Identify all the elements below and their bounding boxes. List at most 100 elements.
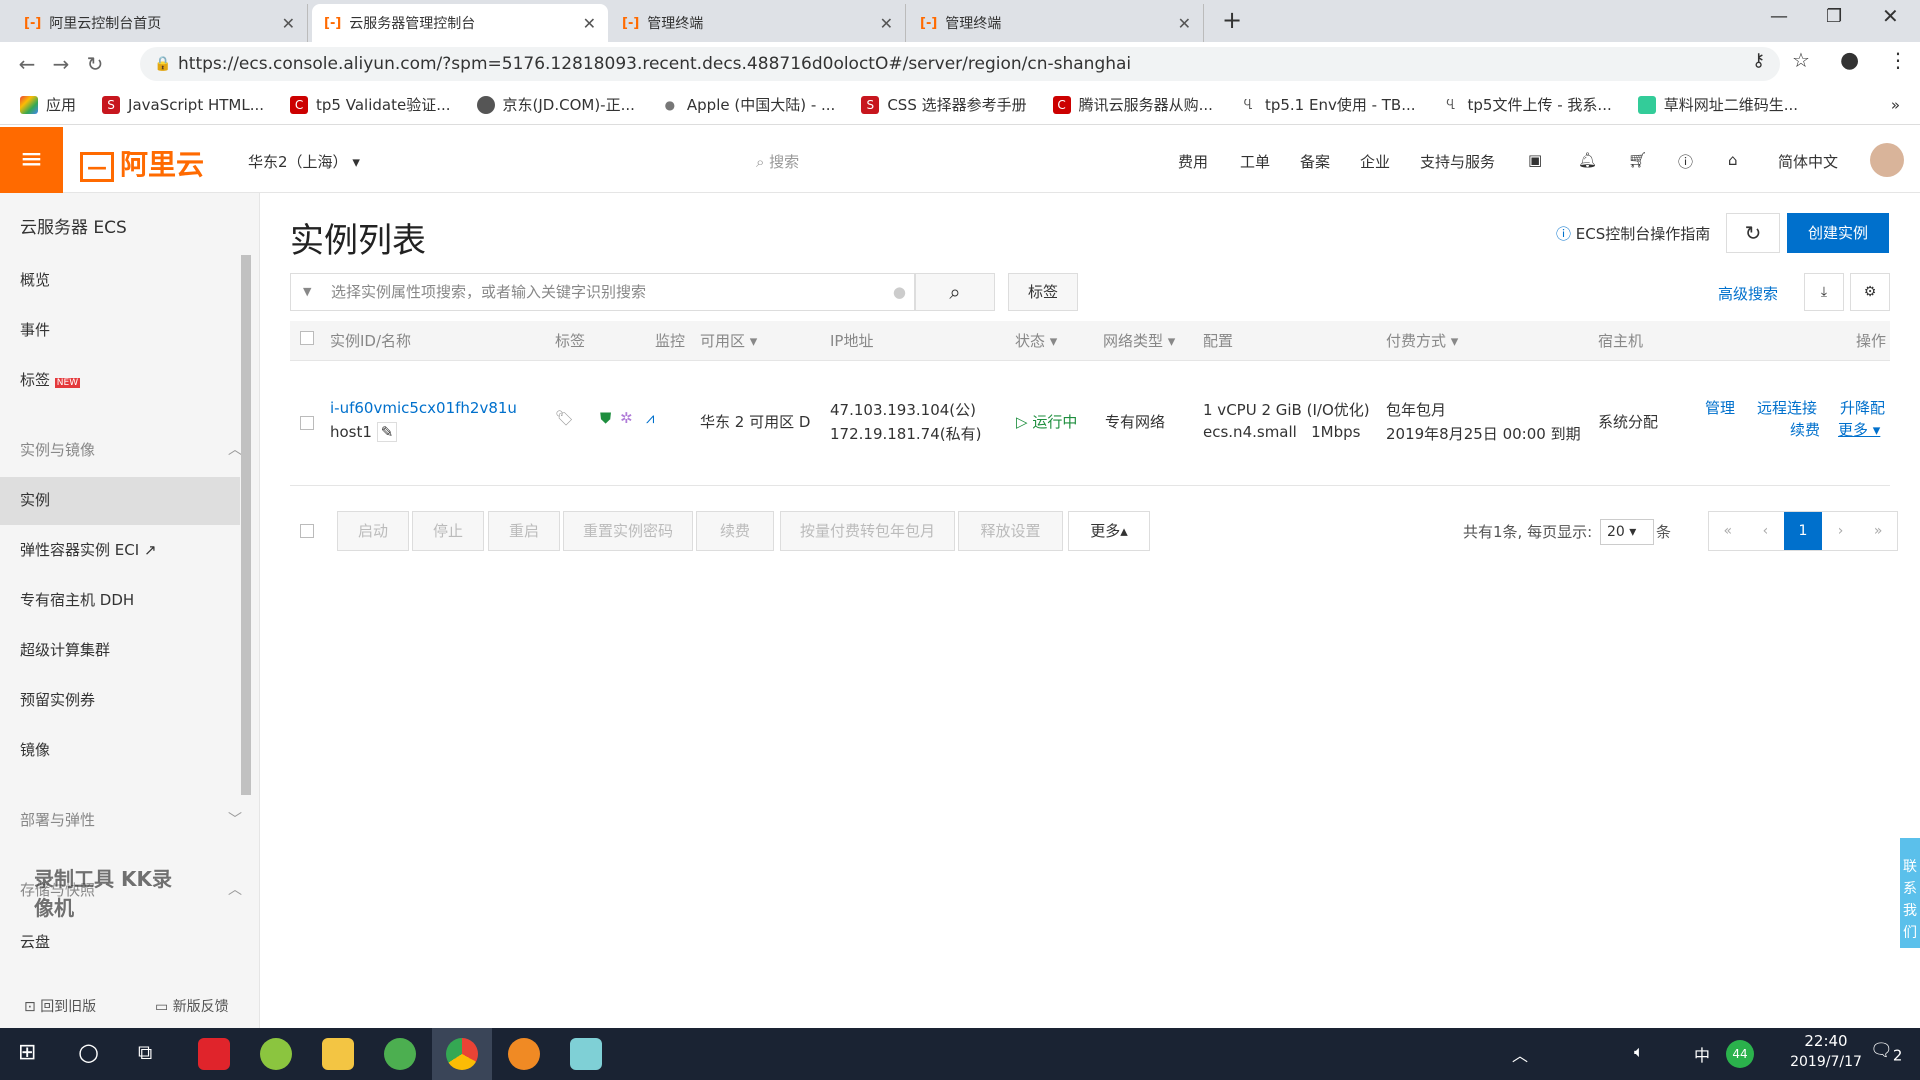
sidebar-group-deploy[interactable]: 部署与弹性: [20, 809, 95, 830]
last-page-button[interactable]: »: [1859, 512, 1897, 550]
monitor-chart-icon[interactable]: ⩘: [646, 409, 654, 427]
col-zone[interactable]: 可用区 ▾: [700, 330, 757, 351]
collapse-icon[interactable]: ︿: [228, 439, 242, 459]
tab-ecs-console[interactable]: [-] 云服务器管理控制台 ✕: [312, 4, 608, 42]
renew-button[interactable]: 续费: [696, 511, 774, 551]
tag-icon[interactable]: 🏷︎: [555, 409, 574, 427]
more-actions-dropdown[interactable]: 更多 ▾: [1838, 419, 1880, 440]
restart-button[interactable]: 重启: [488, 511, 560, 551]
instance-id-link[interactable]: i-uf60vmic5cx01fh2v81u: [330, 399, 517, 417]
plugin-icon[interactable]: ✲: [620, 409, 633, 427]
menu-dots-icon[interactable]: ⋮: [1888, 48, 1908, 72]
page-size-select[interactable]: 20 ▾: [1600, 519, 1654, 545]
ime-indicator[interactable]: 中: [1694, 1042, 1710, 1066]
close-tab-icon[interactable]: ✕: [880, 14, 893, 33]
maximize-button[interactable]: ❐: [1826, 6, 1842, 27]
close-window-button[interactable]: ✕: [1882, 4, 1899, 28]
contact-us-tab[interactable]: 联系我们: [1900, 838, 1920, 948]
guide-link[interactable]: ⓘ ECS控制台操作指南: [1556, 223, 1710, 244]
page-1-button[interactable]: 1: [1784, 512, 1822, 550]
tab-terminal-1[interactable]: [-] 管理终端 ✕: [610, 4, 906, 42]
reset-password-button[interactable]: 重置实例密码: [563, 511, 693, 551]
renew-link[interactable]: 续费: [1790, 419, 1820, 440]
nav-icp[interactable]: 备案: [1300, 151, 1330, 172]
browser-icon[interactable]: [384, 1038, 416, 1070]
instance-search-input[interactable]: ▼ 选择实例属性项搜索，或者输入关键字识别搜索 ●: [290, 273, 915, 311]
volume-icon[interactable]: 🔈︎: [1634, 1042, 1644, 1062]
minimize-button[interactable]: —: [1770, 6, 1788, 27]
notepad-icon[interactable]: [570, 1038, 602, 1070]
settings-gear-icon[interactable]: ⚙: [1850, 273, 1890, 311]
header-search[interactable]: ⌕ 搜索: [756, 151, 799, 172]
prev-page-button[interactable]: ‹: [1747, 512, 1785, 550]
task-view-icon[interactable]: ⧉: [138, 1040, 152, 1064]
bookmark[interactable]: 京东(JD.COM)-正...: [476, 94, 635, 115]
col-billing[interactable]: 付费方式 ▾: [1386, 330, 1458, 351]
release-settings-button[interactable]: 释放设置: [958, 511, 1063, 551]
sidebar-item-instances[interactable]: 实例: [20, 489, 50, 510]
tag-filter-button[interactable]: 标签: [1008, 273, 1078, 311]
close-tab-icon[interactable]: ✕: [1178, 14, 1191, 33]
bookmark[interactable]: 草料网址二维码生...: [1637, 94, 1798, 115]
notifications-icon[interactable]: 🗨︎2: [1870, 1040, 1902, 1065]
tab-terminal-2[interactable]: [-] 管理终端 ✕: [908, 4, 1204, 42]
sidebar-group-instances[interactable]: 实例与镜像: [20, 439, 95, 460]
bookmark[interactable]: S JavaScript HTML...: [102, 95, 264, 114]
profile-icon[interactable]: ●: [1840, 48, 1859, 73]
chrome-icon[interactable]: [446, 1038, 478, 1070]
sidebar-item-ri[interactable]: 预留实例券: [20, 689, 95, 710]
nav-tickets[interactable]: 工单: [1240, 151, 1270, 172]
sidebar-item-disks[interactable]: 云盘: [20, 931, 50, 952]
start-button[interactable]: 启动: [337, 511, 409, 551]
sidebar-item-overview[interactable]: 概览: [20, 269, 50, 290]
bell-icon[interactable]: 🔔︎: [1578, 151, 1597, 169]
recorder-icon[interactable]: [508, 1038, 540, 1070]
expand-icon[interactable]: ﹀: [228, 809, 242, 829]
clock-time[interactable]: 22:40: [1786, 1032, 1866, 1050]
region-selector[interactable]: 华东2（上海） ▾: [248, 151, 360, 172]
search-button[interactable]: ⌕: [915, 273, 995, 311]
file-explorer-icon[interactable]: [322, 1038, 354, 1070]
sidebar-scrollbar[interactable]: [241, 255, 251, 795]
home-icon[interactable]: ⌂: [1728, 151, 1738, 169]
hamburger-menu-icon[interactable]: ≡: [0, 127, 63, 193]
nav-enterprise[interactable]: 企业: [1360, 151, 1390, 172]
edit-pencil-icon[interactable]: ✎: [376, 422, 398, 442]
sidebar-item-events[interactable]: 事件: [20, 319, 50, 340]
tray-up-icon[interactable]: ︿: [1512, 1042, 1528, 1066]
star-icon[interactable]: ☆: [1792, 48, 1810, 72]
tray-badge[interactable]: 44: [1726, 1040, 1754, 1068]
bulk-select-checkbox[interactable]: [300, 524, 314, 538]
bookmark[interactable]: Ⴁtp5.1 Env使用 - TB...: [1239, 94, 1416, 115]
convert-billing-button[interactable]: 按量付费转包年包月: [780, 511, 955, 551]
bookmark[interactable]: Ctp5 Validate验证...: [290, 94, 451, 115]
create-instance-button[interactable]: 创建实例: [1787, 213, 1889, 253]
more-bulk-button[interactable]: 更多▴: [1068, 511, 1150, 551]
reload-icon[interactable]: ↻: [78, 52, 112, 76]
bookmark[interactable]: Ⴁtp5文件上传 - 我系...: [1442, 94, 1612, 115]
cart-icon[interactable]: 🛒︎: [1628, 151, 1647, 169]
new-tab-button[interactable]: +: [1222, 6, 1242, 34]
feedback-link[interactable]: ▭ 新版反馈: [155, 996, 229, 1016]
cortana-icon[interactable]: ○: [78, 1038, 99, 1066]
next-page-button[interactable]: ›: [1822, 512, 1860, 550]
first-page-button[interactable]: «: [1709, 512, 1747, 550]
back-to-old-version[interactable]: ⊡ 回到旧版: [24, 996, 96, 1016]
resize-link[interactable]: 升降配: [1840, 397, 1885, 418]
sidebar-item-ddh[interactable]: 专有宿主机 DDH: [20, 589, 134, 610]
sidebar-item-eci[interactable]: 弹性容器实例 ECI ↗: [20, 539, 157, 560]
remote-connect-link[interactable]: 远程连接: [1757, 397, 1817, 418]
help-icon[interactable]: ⓘ: [1678, 151, 1693, 172]
nav-support[interactable]: 支持与服务: [1420, 151, 1495, 172]
netease-music-icon[interactable]: [198, 1038, 230, 1070]
language-switch[interactable]: 简体中文: [1778, 151, 1838, 172]
sidebar-item-scc[interactable]: 超级计算集群: [20, 639, 110, 660]
col-status[interactable]: 状态 ▾: [1015, 330, 1057, 351]
key-icon[interactable]: ⚷: [1752, 50, 1765, 71]
security-shield-icon[interactable]: ⛊: [600, 409, 611, 427]
forward-icon[interactable]: →: [44, 52, 78, 76]
aliyun-logo[interactable]: — 阿里云: [80, 143, 204, 183]
bookmark[interactable]: C 腾讯云服务器从购...: [1052, 94, 1213, 115]
export-icon[interactable]: ⤓: [1804, 273, 1844, 311]
collapse-icon[interactable]: ︿: [228, 879, 242, 899]
